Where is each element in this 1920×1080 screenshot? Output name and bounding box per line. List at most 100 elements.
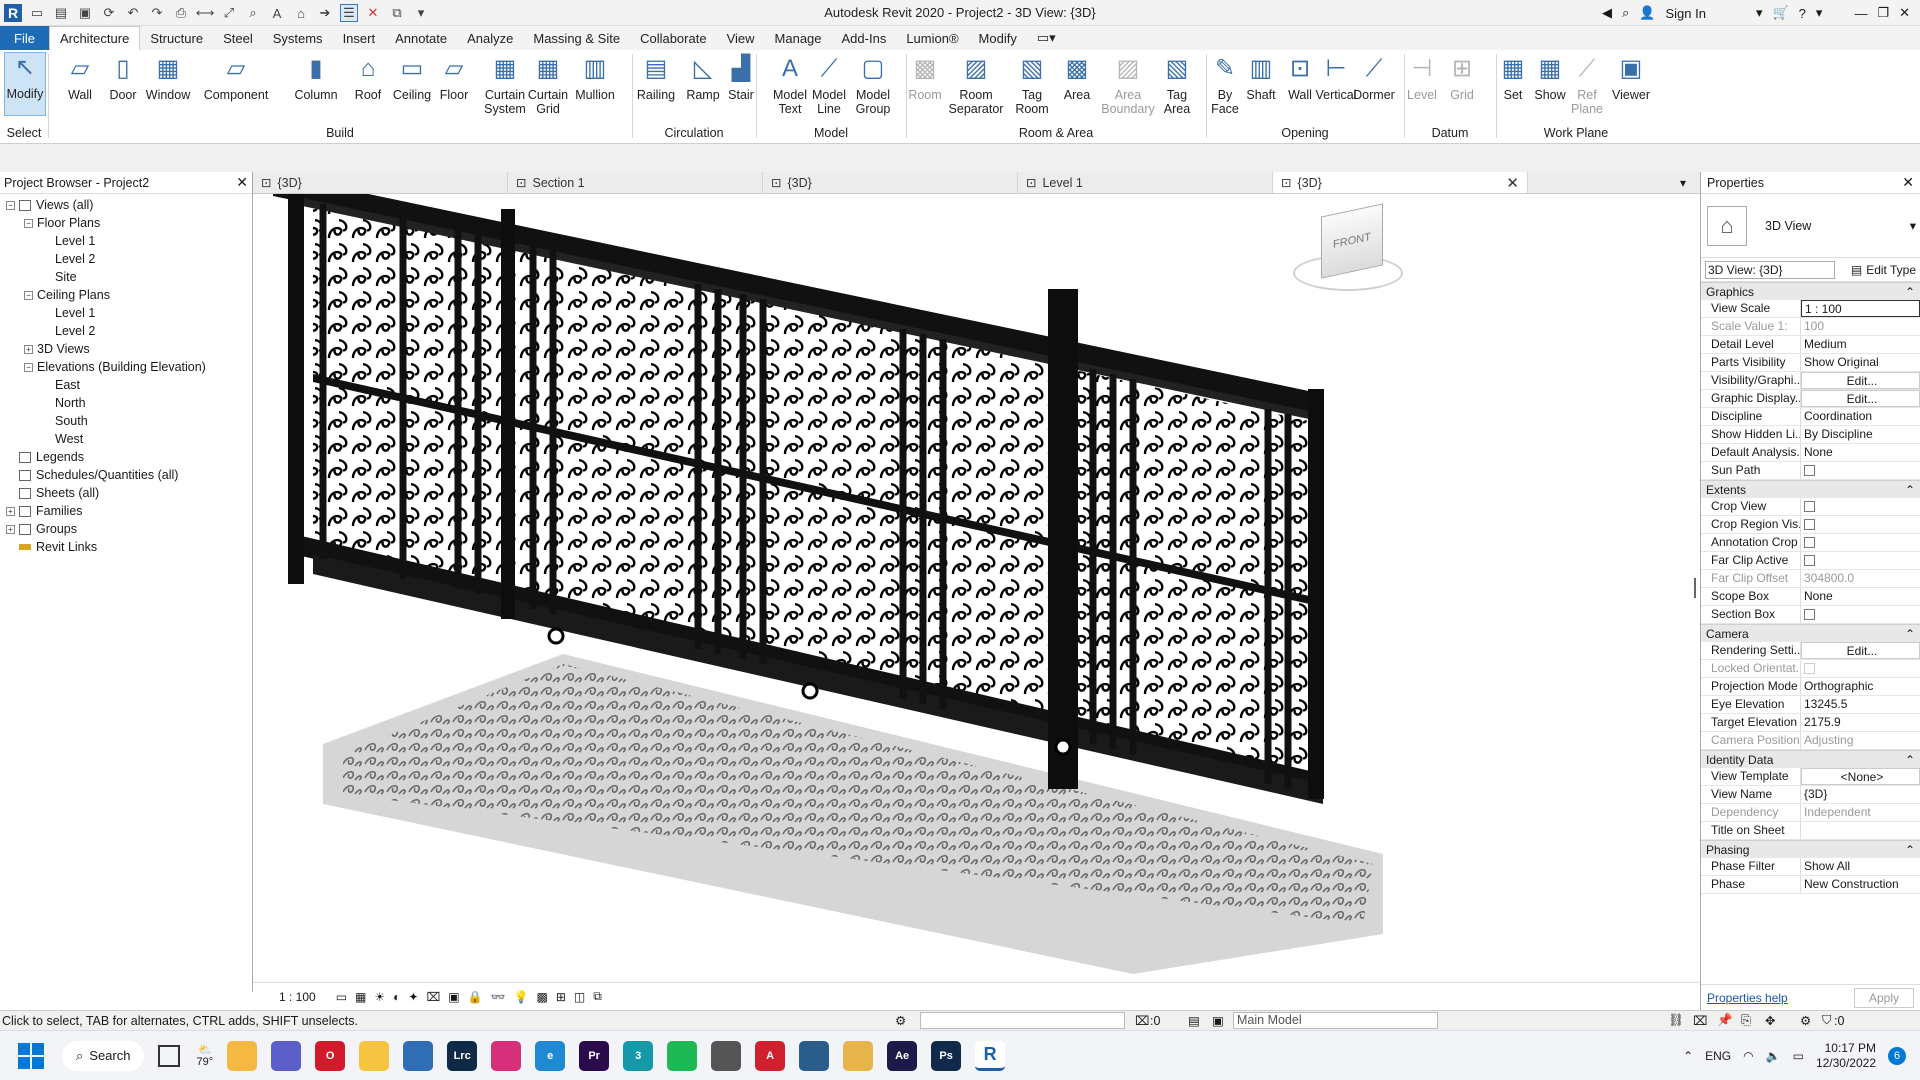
ribbon-group-room-area[interactable]: Room & Area xyxy=(906,126,1206,140)
view-tab[interactable]: ⊡ {3D} xyxy=(763,172,1018,193)
model-text-button[interactable]: A Model Text xyxy=(768,54,812,117)
search-arrow-icon[interactable]: ◀ xyxy=(1602,5,1612,21)
photoshop-icon[interactable]: Ps xyxy=(931,1040,962,1071)
browser-node-families[interactable]: + Families xyxy=(0,502,252,520)
windows-start-icon[interactable] xyxy=(18,1042,44,1069)
app-yellow-icon[interactable] xyxy=(843,1040,874,1071)
property-value[interactable]: Orthographic xyxy=(1801,678,1920,695)
sign-in-link[interactable]: Sign In xyxy=(1665,6,1705,21)
close-tab-icon[interactable]: ✕ xyxy=(1506,174,1519,192)
browser-node-level-1[interactable]: Level 1 xyxy=(0,232,252,250)
wifi-icon[interactable]: ◠ xyxy=(1743,1049,1753,1063)
wall-button[interactable]: ▱ Wall xyxy=(60,54,100,103)
property-value[interactable]: Edit... xyxy=(1801,390,1920,407)
after-effects-icon[interactable]: Ae xyxy=(887,1040,918,1071)
set-button[interactable]: ▦ Set xyxy=(1496,54,1530,103)
browser-node-sheets-all[interactable]: Sheets (all) xyxy=(0,484,252,502)
premiere-icon[interactable]: Pr xyxy=(579,1040,610,1071)
roof-button[interactable]: ⌂ Roof xyxy=(348,54,388,103)
browser-node-schedules-quantities-all[interactable]: Schedules/Quantities (all) xyxy=(0,466,252,484)
reveal-hidden-icon[interactable]: 💡 xyxy=(514,990,529,1004)
view-cube-front-face[interactable]: FRONT xyxy=(1321,203,1383,279)
expand-icon[interactable]: + xyxy=(6,524,15,534)
property-value[interactable] xyxy=(1801,516,1920,533)
tag-area-button[interactable]: ▧ Tag Area xyxy=(1158,54,1196,117)
browser-node-revit-links[interactable]: Revit Links xyxy=(0,538,252,556)
browser-node-west[interactable]: West xyxy=(0,430,252,448)
crop-view-icon[interactable]: ⌧ xyxy=(426,990,440,1004)
expand-icon[interactable]: + xyxy=(24,344,33,354)
instagram-icon[interactable] xyxy=(491,1040,522,1071)
app-grey-icon[interactable] xyxy=(711,1040,742,1071)
railing-button[interactable]: ▤ Railing xyxy=(634,54,678,103)
minimize-button[interactable]: — xyxy=(1854,6,1867,21)
collapse-icon[interactable]: − xyxy=(24,290,33,300)
vertical-button[interactable]: ⊢ Vertical xyxy=(1316,54,1357,103)
close-icon[interactable]: ✕ xyxy=(1902,174,1914,191)
tab-massing-site[interactable]: Massing & Site xyxy=(523,26,630,50)
tag-room-button[interactable]: ▧ Tag Room xyxy=(1008,54,1056,117)
edge-icon[interactable]: e xyxy=(535,1040,566,1071)
browser-node-3d-views[interactable]: +3D Views xyxy=(0,340,252,358)
filter-icon[interactable]: ⛉ xyxy=(1822,1013,1831,1028)
tab-manage[interactable]: Manage xyxy=(765,26,832,50)
viewer-button[interactable]: ▣ Viewer xyxy=(1608,54,1654,103)
collapse-group-icon[interactable]: ⌃ xyxy=(1905,627,1915,641)
area-button[interactable]: ▩ Area xyxy=(1058,54,1096,103)
tab-structure[interactable]: Structure xyxy=(140,26,213,50)
tab-architecture[interactable]: Architecture xyxy=(48,26,141,50)
property-value[interactable]: Medium xyxy=(1801,336,1920,353)
level-button[interactable]: ⊣ Level xyxy=(1404,54,1440,103)
show-crop-icon[interactable]: ▣ xyxy=(448,990,459,1004)
properties-help-link[interactable]: Properties help xyxy=(1707,991,1788,1005)
tab-analyze[interactable]: Analyze xyxy=(457,26,523,50)
task-view-icon[interactable] xyxy=(158,1044,181,1067)
collapse-group-icon[interactable]: ⌃ xyxy=(1905,483,1915,497)
room-button[interactable]: ▩ Room xyxy=(906,54,944,103)
3d-viewport[interactable]: FRONT xyxy=(253,194,1700,982)
detail-level-icon[interactable]: ▭ xyxy=(336,990,347,1004)
property-value[interactable] xyxy=(1801,498,1920,515)
language-indicator[interactable]: ENG xyxy=(1705,1049,1731,1063)
workset-dropdown[interactable] xyxy=(920,1012,1125,1029)
mullion-button[interactable]: ▥ Mullion xyxy=(572,54,618,103)
constraints-icon[interactable]: ⊞ xyxy=(556,990,566,1004)
user-icon[interactable]: 👤 xyxy=(1639,5,1655,21)
weather-widget[interactable]: ⛅ 79° xyxy=(196,1043,213,1068)
window-button[interactable]: ▦ Window xyxy=(144,54,192,103)
door-button[interactable]: ▯ Door xyxy=(106,54,140,103)
editable-only-icon[interactable]: ⌧ xyxy=(1135,1013,1149,1028)
contextual-tab-toggle-icon[interactable]: ▭▾ xyxy=(1027,26,1066,50)
show-button[interactable]: ▦ Show xyxy=(1532,54,1568,103)
property-value[interactable]: 1 : 100 xyxy=(1801,300,1920,317)
edit-type-button[interactable]: ▤ Edit Type xyxy=(1851,263,1916,277)
render-icon[interactable]: ✦ xyxy=(408,990,418,1004)
binoculars-icon[interactable]: ⌕ xyxy=(1622,5,1629,21)
grid-button[interactable]: ⊞ Grid xyxy=(1444,54,1480,103)
property-value[interactable]: Show All xyxy=(1801,858,1920,875)
property-value[interactable]: New Construction xyxy=(1801,876,1920,893)
collapse-icon[interactable]: − xyxy=(24,362,33,372)
tab-view[interactable]: View xyxy=(717,26,765,50)
property-value[interactable]: {3D} xyxy=(1801,786,1920,803)
property-value[interactable]: 13245.5 xyxy=(1801,696,1920,713)
teams-icon[interactable] xyxy=(271,1040,302,1071)
view-cube[interactable]: FRONT xyxy=(1293,203,1403,291)
browser-node-level-2[interactable]: Level 2 xyxy=(0,322,252,340)
settings-icon[interactable]: ⚙ xyxy=(1800,1013,1811,1028)
view-tab[interactable]: ⊡ {3D} ✕ xyxy=(1273,172,1528,193)
property-value[interactable]: Edit... xyxy=(1801,642,1920,659)
column-button[interactable]: ▮ Column xyxy=(288,54,344,103)
type-selector[interactable]: ⌂ 3D View ▾ xyxy=(1701,194,1920,258)
worksets-icon[interactable]: ⚙ xyxy=(895,1013,906,1028)
dormer-button[interactable]: ⟋ Dormer xyxy=(1352,54,1396,103)
folder-icon[interactable] xyxy=(359,1040,390,1071)
visual-style-icon[interactable]: ▦ xyxy=(355,990,366,1004)
modify-button[interactable]: ↖ Modify xyxy=(4,52,46,116)
analysis-display-icon[interactable]: ▩ xyxy=(537,990,548,1004)
design-option-dropdown[interactable]: Main Model xyxy=(1233,1012,1438,1029)
reveal-constraints-icon[interactable]: ⧉ xyxy=(593,989,602,1004)
notification-badge[interactable]: 6 xyxy=(1888,1047,1906,1065)
browser-node-groups[interactable]: + Groups xyxy=(0,520,252,538)
shaft-button[interactable]: ▥ Shaft xyxy=(1242,54,1280,103)
